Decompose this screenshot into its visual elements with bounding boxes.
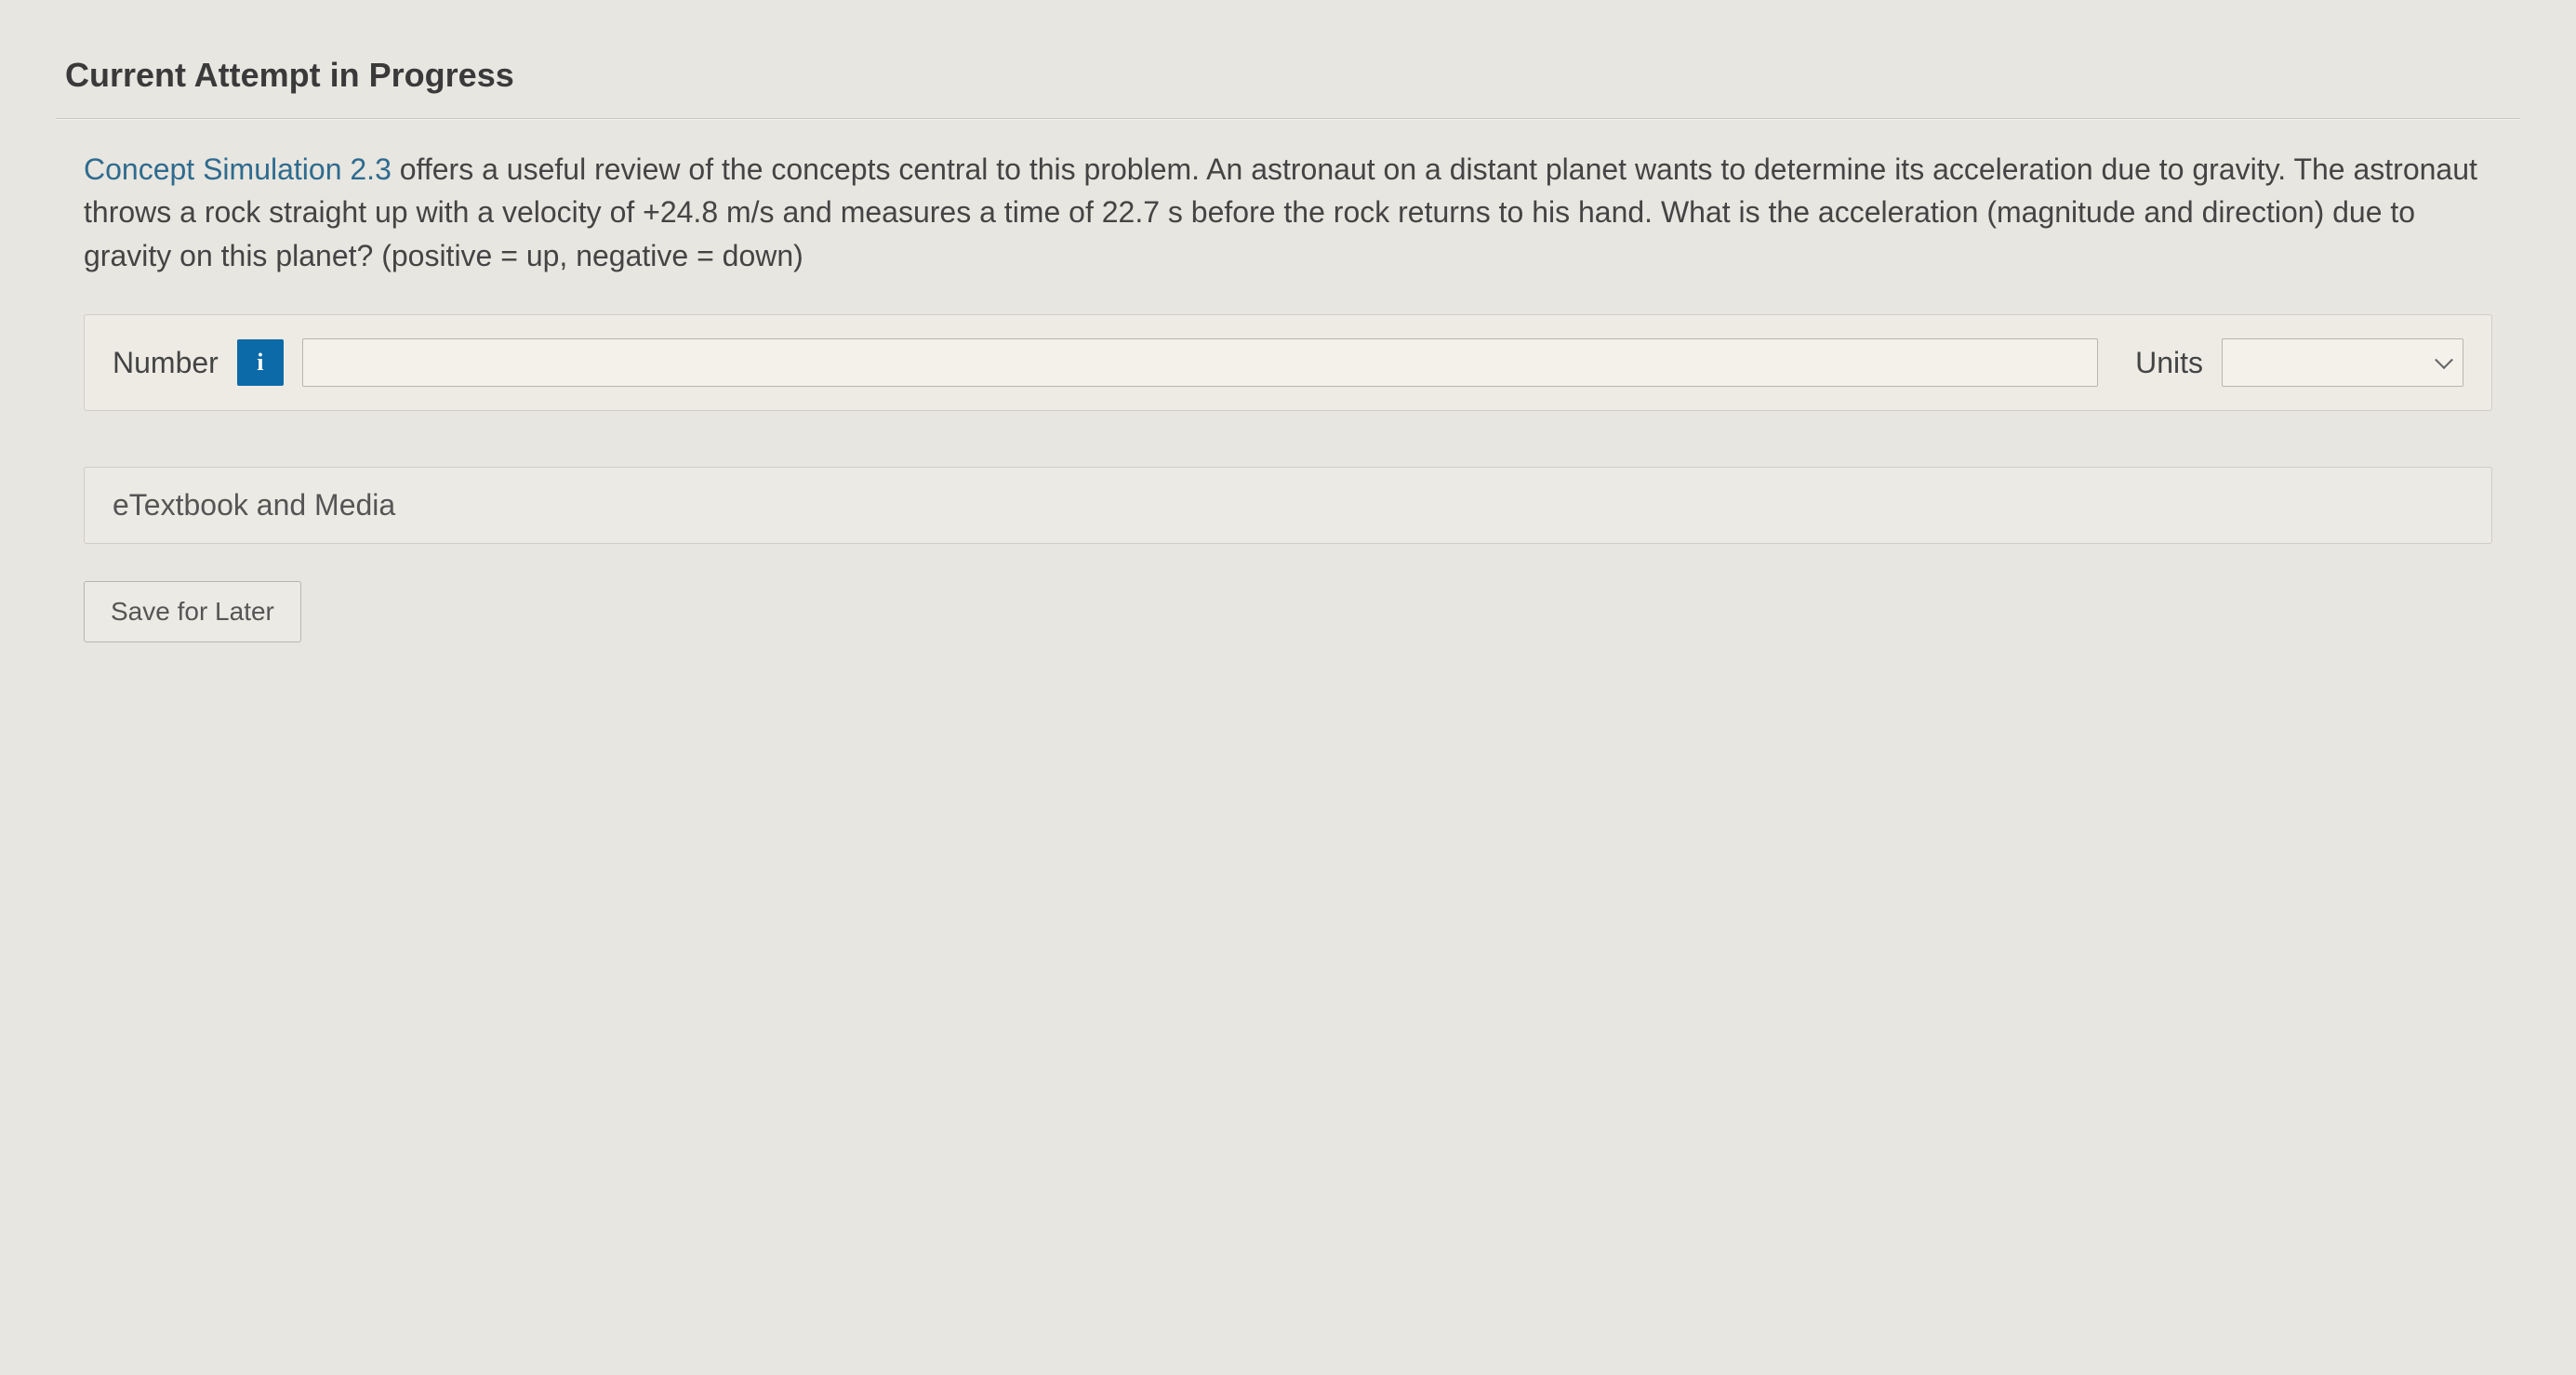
chevron-down-icon (2222, 338, 2463, 387)
question-body-text: offers a useful review of the concepts c… (84, 152, 2477, 272)
concept-simulation-link[interactable]: Concept Simulation 2.3 (84, 152, 392, 186)
section-title: Current Attempt in Progress (56, 37, 2520, 119)
units-select[interactable] (2222, 338, 2463, 387)
units-label: Units (2135, 346, 2203, 380)
number-input[interactable] (302, 338, 2098, 387)
number-group: Number i (113, 338, 2098, 387)
answer-row: Number i Units (84, 314, 2492, 411)
question-text: Concept Simulation 2.3 offers a useful r… (56, 119, 2520, 314)
save-for-later-button[interactable]: Save for Later (84, 581, 301, 642)
units-group: Units (2135, 338, 2463, 387)
etextbook-media-bar[interactable]: eTextbook and Media (84, 467, 2492, 544)
info-icon[interactable]: i (237, 339, 284, 386)
number-label: Number (113, 346, 219, 380)
